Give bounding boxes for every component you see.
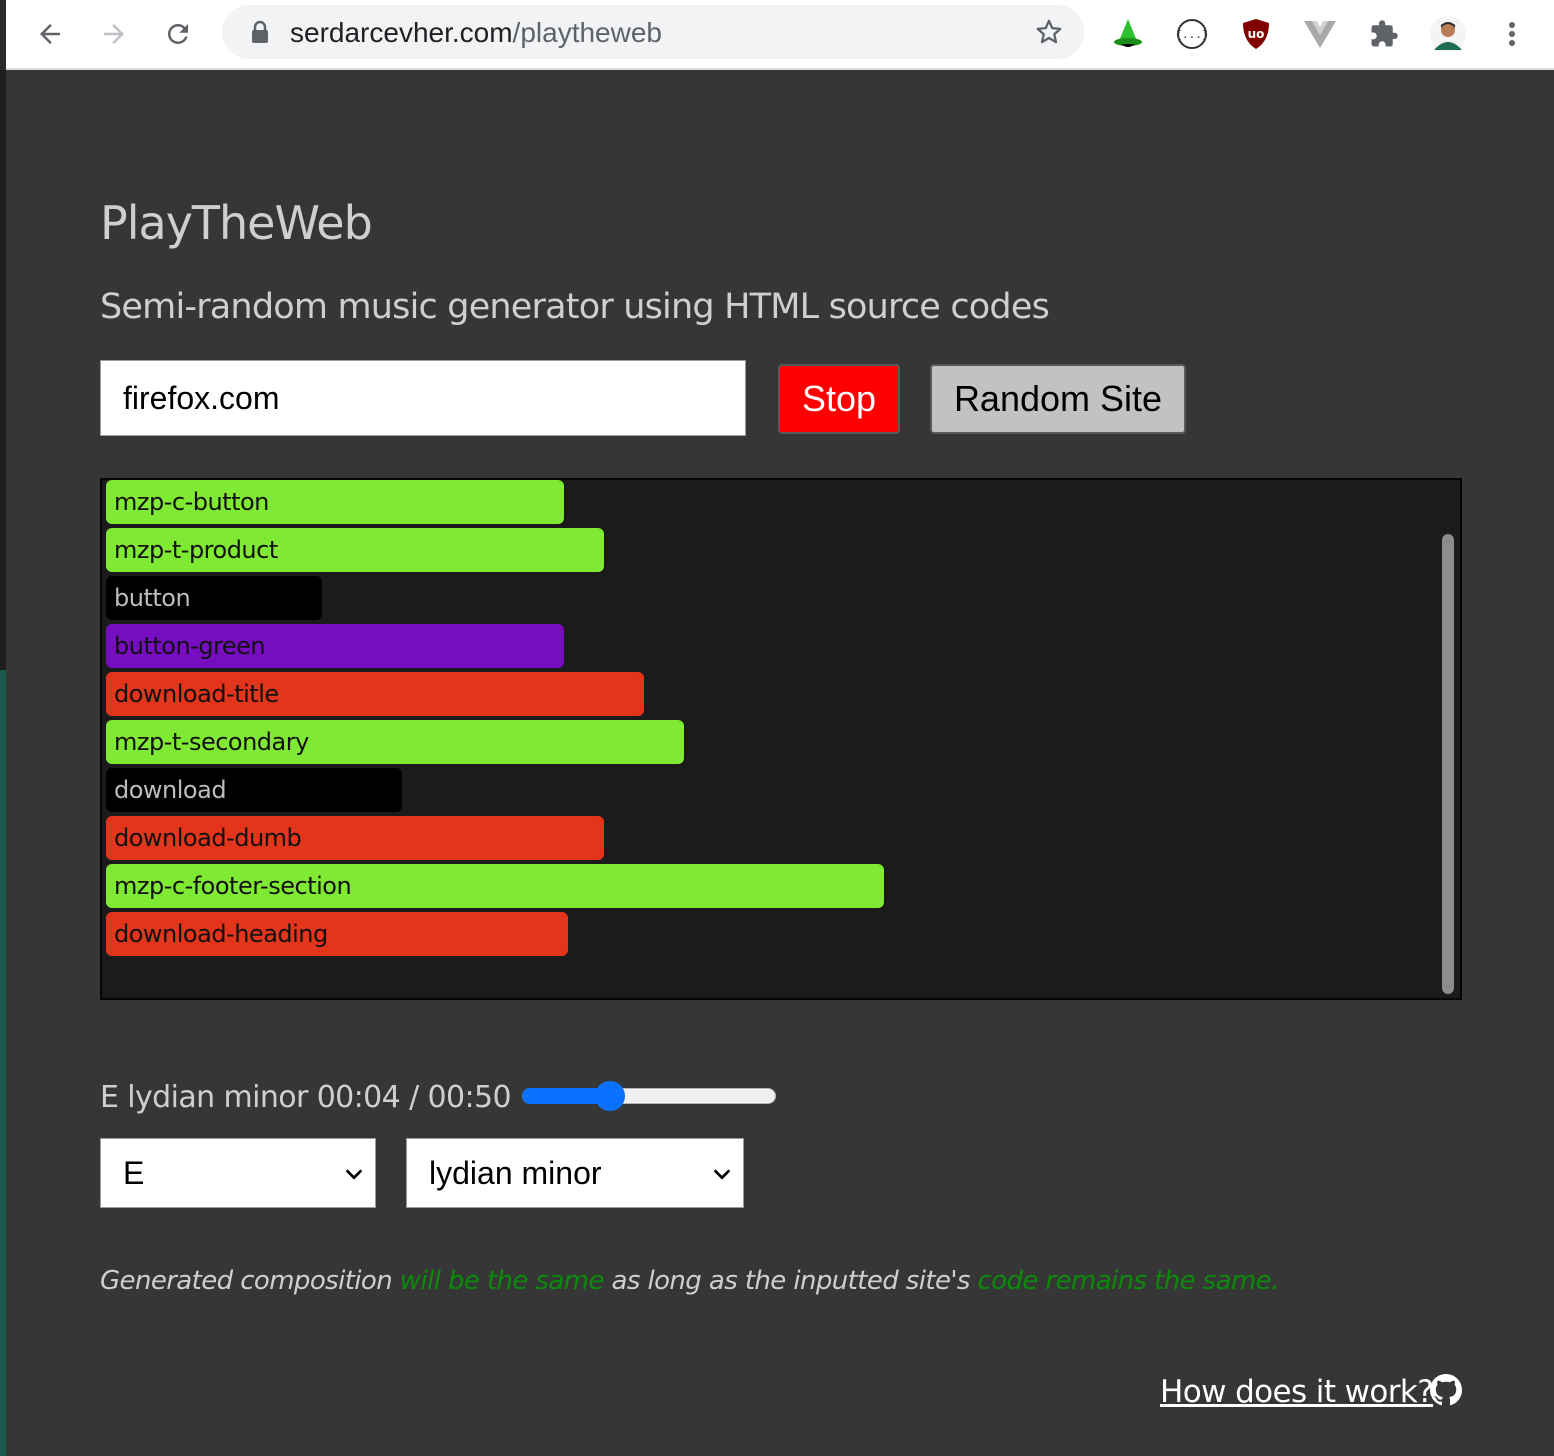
url-text: serdarcevher.com/playtheweb (290, 17, 662, 48)
ublock-origin-icon[interactable]: uo (1236, 14, 1276, 54)
lock-icon (252, 20, 268, 43)
tag-bar: button-green (106, 624, 564, 668)
svg-text:uo: uo (1248, 27, 1265, 41)
tag-bar: download-title (106, 672, 644, 716)
tag-bar: mzp-c-footer-section (106, 864, 884, 908)
github-icon[interactable] (1430, 1374, 1462, 1406)
tag-bar: mzp-t-product (106, 528, 604, 572)
forward-button[interactable] (94, 14, 134, 54)
note-highlight: will be the same (399, 1266, 605, 1296)
scale-select[interactable]: lydian minor (406, 1138, 744, 1208)
window-edge (0, 70, 6, 670)
random-site-button[interactable]: Random Site (930, 364, 1186, 434)
kebab-menu-icon[interactable] (1492, 14, 1532, 54)
wizard-hat-extension-icon[interactable] (1108, 14, 1148, 54)
desktop-edge (0, 670, 6, 1456)
back-button[interactable] (30, 14, 70, 54)
note-highlight: code remains the same. (977, 1266, 1280, 1296)
chevron-down-icon (713, 1169, 731, 1180)
puzzle-extensions-icon[interactable] (1364, 14, 1404, 54)
profile-avatar[interactable] (1428, 14, 1468, 54)
tag-bar: download-heading (106, 912, 568, 956)
key-select-value: E (123, 1155, 145, 1191)
browser-toolbar: serdarcevher.com/playtheweb {...} uo (6, 0, 1554, 70)
vue-devtools-icon[interactable] (1300, 14, 1340, 54)
html-tag-visualizer: mzp-c-button mzp-t-product button button-gr… (100, 478, 1462, 1000)
key-select[interactable]: E (100, 1138, 376, 1208)
tag-bar: mzp-t-secondary (106, 720, 684, 764)
tag-bar: button (106, 576, 322, 620)
address-bar[interactable]: serdarcevher.com/playtheweb (222, 5, 1084, 59)
stop-button[interactable]: Stop (778, 364, 900, 434)
scale-select-value: lydian minor (429, 1155, 602, 1191)
note-text: as long as the inputted site's (603, 1266, 978, 1296)
page-subtitle: Semi-random music generator using HTML s… (100, 287, 1050, 327)
reload-button[interactable] (158, 14, 198, 54)
svg-text:{...}: {...} (1175, 28, 1208, 41)
site-url-input[interactable] (100, 360, 746, 436)
json-viewer-extension-icon[interactable]: {...} (1172, 14, 1212, 54)
reload-icon (167, 23, 188, 44)
tag-bar: mzp-c-button (106, 480, 564, 524)
scrollbar-thumb[interactable] (1442, 534, 1454, 994)
page-title: PlayTheWeb (100, 196, 373, 250)
arrow-right-icon (104, 24, 124, 44)
arrow-left-icon (40, 24, 60, 44)
progress-slider[interactable] (522, 1081, 776, 1111)
chevron-down-icon (345, 1169, 363, 1180)
slider-thumb[interactable] (594, 1081, 625, 1111)
playback-status: E lydian minor 00:04 / 00:50 (100, 1080, 512, 1115)
tag-bar: download-dumb (106, 816, 604, 860)
how-does-it-work-link[interactable]: How does it work? (1160, 1374, 1434, 1410)
tag-bar: download (106, 768, 402, 812)
note-text: Generated composition (100, 1266, 400, 1296)
composition-note: Generated composition will be the same a… (100, 1266, 1279, 1296)
star-icon[interactable] (1034, 17, 1064, 47)
